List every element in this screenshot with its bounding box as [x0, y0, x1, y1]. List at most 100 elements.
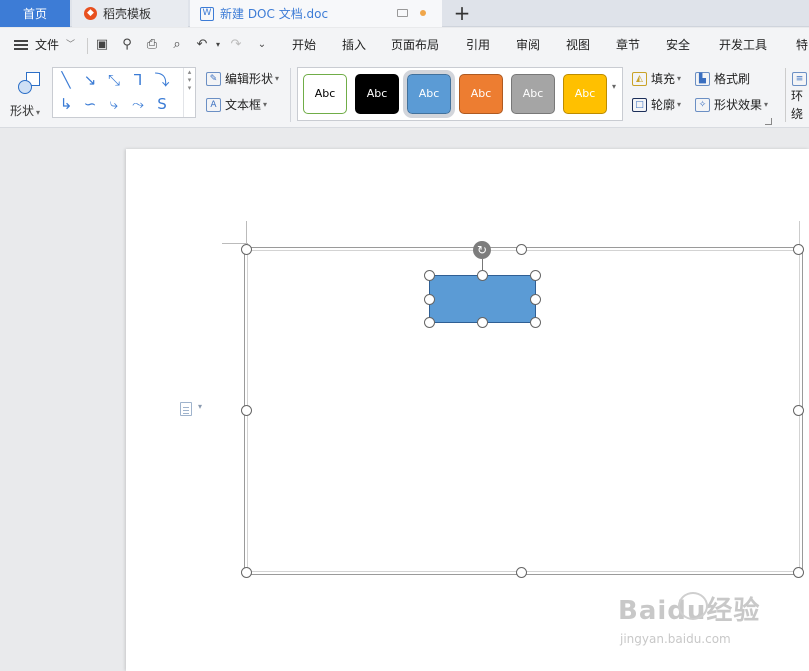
shape-style-label: Abc — [522, 87, 544, 100]
ribbon-divider — [290, 68, 291, 122]
undo-dropdown-icon[interactable]: ▾ — [210, 37, 226, 53]
edit-shape-icon: ✎ — [206, 72, 221, 86]
menu-item-start[interactable]: 开始 — [292, 28, 316, 62]
curved-double-arrow-icon[interactable]: ⤳ — [129, 95, 147, 113]
textbox-label: 文本框 — [225, 98, 262, 112]
shape-style-label: Abc — [366, 87, 388, 100]
textbox-icon: A — [206, 98, 221, 112]
canvas-resize-handle[interactable] — [793, 244, 804, 255]
dialog-launcher-icon[interactable] — [765, 118, 772, 125]
format-painter-label: 格式刷 — [714, 72, 751, 86]
shape-resize-handle[interactable] — [424, 317, 435, 328]
canvas-resize-handle[interactable] — [241, 405, 252, 416]
tab-document[interactable]: W 新建 DOC 文档.doc — [190, 0, 442, 27]
menu-item-developer[interactable]: 开发工具 — [719, 28, 767, 62]
monitor-icon[interactable] — [397, 9, 408, 17]
baidu-watermark: Baidu经验 jingyan.baidu.com — [618, 590, 760, 646]
tab-template[interactable]: ◆ 稻壳模板 — [72, 0, 188, 27]
wrap-button[interactable]: 环绕 — [791, 89, 809, 121]
shape-style-label: Abc — [470, 87, 492, 100]
tab-home[interactable]: 首页 — [0, 0, 70, 27]
styles-more-icon[interactable]: ▾ — [612, 82, 620, 91]
shape-style-black[interactable]: Abc — [355, 74, 399, 114]
canvas-resize-handle[interactable] — [516, 244, 527, 255]
canvas-resize-handle[interactable] — [793, 567, 804, 578]
elbow-double-arrow-icon[interactable]: ↳ — [57, 95, 75, 113]
elbow-arrow-connector-icon[interactable]: ⤵ — [153, 71, 171, 89]
menu-item-section[interactable]: 章节 — [616, 28, 640, 62]
menu-item-references[interactable]: 引用 — [466, 28, 490, 62]
word-doc-icon: W — [200, 6, 214, 21]
gallery-scrollbar[interactable]: ▴ ▾ ▾ — [183, 68, 195, 117]
shape-style-blue[interactable]: Abc — [403, 70, 455, 118]
shape-resize-handle[interactable] — [530, 317, 541, 328]
outline-label: 轮廓 — [651, 98, 676, 112]
menu-item-special[interactable]: 特 — [796, 28, 808, 62]
print-icon[interactable]: ⎙ — [144, 37, 160, 53]
textbox-button[interactable]: A 文本框 ▾ — [206, 96, 267, 114]
menu-bar: 文件 ﹀ ▣ ⚲ ⎙ ⌕ ↶ ▾ ↷ ⌄ 开始 插入 页面布局 引用 审阅 视图… — [0, 28, 809, 62]
file-chevron-down-icon[interactable]: ﹀ — [66, 28, 75, 62]
brush-icon: ▙ — [695, 72, 710, 86]
tab-home-label: 首页 — [22, 7, 47, 21]
format-painter-button[interactable]: ▙ 格式刷 — [695, 70, 750, 88]
arrow-line-icon[interactable]: ↘ — [81, 71, 99, 89]
edit-shape-button[interactable]: ✎ 编辑形状 ▾ — [206, 70, 279, 88]
shape-resize-handle[interactable] — [424, 270, 435, 281]
shape-resize-handle[interactable] — [477, 270, 488, 281]
canvas-resize-handle[interactable] — [793, 405, 804, 416]
menu-item-insert[interactable]: 插入 — [342, 28, 366, 62]
curved-arrow-connector-icon[interactable]: ⤷ — [105, 95, 123, 113]
print-preview-icon[interactable]: ⌕ — [169, 37, 185, 53]
freeform-curve-icon[interactable]: S — [153, 95, 171, 113]
shape-style-gray[interactable]: Abc — [511, 74, 555, 114]
paragraph-dropdown-icon[interactable]: ▾ — [198, 402, 202, 411]
redo-icon[interactable]: ↷ — [228, 37, 244, 53]
wrap-label: 环绕 — [791, 89, 804, 121]
shapes-button[interactable]: 形状 ▾ — [10, 68, 46, 124]
ribbon-divider — [785, 68, 786, 122]
double-arrow-line-icon[interactable]: ⤡ — [105, 71, 123, 89]
shape-resize-handle[interactable] — [530, 270, 541, 281]
menu-item-view[interactable]: 视图 — [566, 28, 590, 62]
rotate-handle-icon[interactable]: ↻ — [473, 241, 491, 259]
wrap-icon[interactable]: ≡ — [792, 70, 809, 88]
canvas-resize-handle[interactable] — [241, 567, 252, 578]
curved-connector-icon[interactable]: ∽ — [81, 95, 99, 113]
shape-style-orange[interactable]: Abc — [459, 74, 503, 114]
new-tab-button[interactable]: + — [450, 0, 474, 27]
shape-resize-handle[interactable] — [424, 294, 435, 305]
outline-button[interactable]: □ 轮廓 ▾ — [632, 96, 681, 114]
line-icon[interactable]: ╲ — [57, 71, 75, 89]
shape-style-gold[interactable]: Abc — [563, 74, 607, 114]
hamburger-menu-icon[interactable] — [14, 40, 28, 50]
shape-style-label: Abc — [314, 87, 336, 100]
tab-template-label: 稻壳模板 — [103, 7, 152, 21]
file-menu[interactable]: 文件 — [35, 28, 59, 62]
menu-item-review[interactable]: 审阅 — [516, 28, 540, 62]
menu-item-page-layout[interactable]: 页面布局 — [391, 28, 439, 62]
tab-document-label: 新建 DOC 文档.doc — [220, 7, 329, 21]
format-painter-icon[interactable]: ⚲ — [119, 37, 135, 53]
drawing-tools-ribbon: 形状 ▾ ╲ ↘ ⤡ ⅂ ⤵ ↳ ∽ ⤷ ⤳ S ▴ ▾ ▾ ✎ 编辑形状 ▾ A 文本… — [0, 62, 809, 128]
canvas-resize-handle[interactable] — [516, 567, 527, 578]
fill-label: 填充 — [651, 72, 676, 86]
menu-separator — [87, 38, 88, 54]
menu-item-security[interactable]: 安全 — [666, 28, 690, 62]
elbow-connector-icon[interactable]: ⅂ — [129, 71, 147, 89]
save-icon[interactable]: ▣ — [94, 37, 110, 53]
fill-bucket-icon: ◭ — [632, 72, 647, 86]
shape-resize-handle[interactable] — [477, 317, 488, 328]
customize-toolbar-icon[interactable]: ⌄ — [254, 37, 270, 53]
shape-resize-handle[interactable] — [530, 294, 541, 305]
canvas-resize-handle[interactable] — [241, 244, 252, 255]
undo-icon[interactable]: ↶ — [194, 37, 210, 53]
baidu-paw-logo — [678, 592, 708, 620]
shape-effects-button[interactable]: ✧ 形状效果 ▾ — [695, 96, 768, 114]
shape-style-label: Abc — [574, 87, 596, 100]
shape-style-white[interactable]: Abc — [303, 74, 347, 114]
fill-button[interactable]: ◭ 填充 ▾ — [632, 70, 681, 88]
rectangle-shape[interactable] — [429, 275, 536, 323]
title-tab-bar: 首页 ◆ 稻壳模板 W 新建 DOC 文档.doc + — [0, 0, 809, 27]
paragraph-layout-icon[interactable] — [180, 402, 192, 416]
